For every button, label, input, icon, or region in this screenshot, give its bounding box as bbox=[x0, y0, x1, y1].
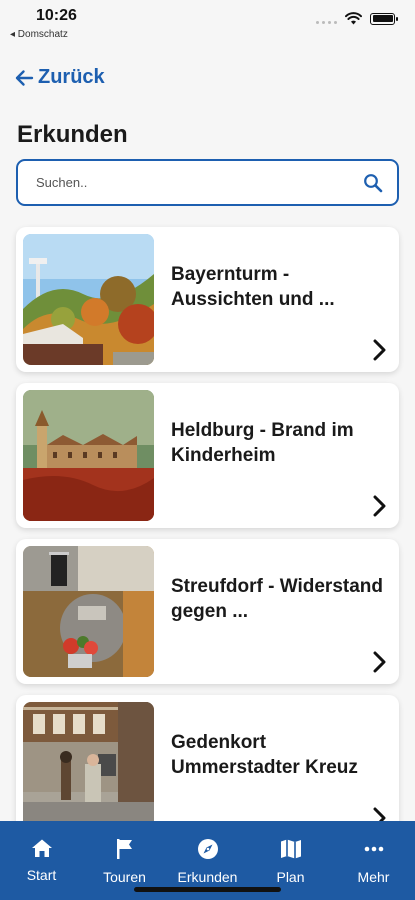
list-item[interactable]: Bayernturm - Aussichten und ... bbox=[16, 227, 399, 372]
page-title: Erkunden bbox=[17, 121, 128, 148]
list-item[interactable]: Gedenkort Ummerstadter Kreuz bbox=[16, 695, 399, 840]
explore-list: Bayernturm - Aussichten und ... Heldburg… bbox=[16, 227, 399, 851]
back-label: Zurück bbox=[38, 66, 105, 88]
chevron-right-icon bbox=[373, 339, 386, 361]
tab-label: Touren bbox=[103, 869, 146, 885]
item-title: Heldburg - Brand im Kinderheim bbox=[171, 420, 354, 466]
back-to-app[interactable]: ◂ Domschatz bbox=[10, 29, 68, 40]
more-icon bbox=[364, 846, 383, 852]
search-box[interactable] bbox=[16, 159, 399, 206]
tab-label: Plan bbox=[276, 869, 305, 885]
arrow-left-icon bbox=[15, 69, 34, 86]
search-icon[interactable] bbox=[363, 173, 383, 193]
item-thumbnail bbox=[23, 546, 154, 677]
tab-label: Erkunden bbox=[177, 869, 238, 885]
compass-icon bbox=[197, 839, 218, 859]
item-title: Bayernturm - Aussichten und ... bbox=[171, 264, 335, 310]
list-item[interactable]: Heldburg - Brand im Kinderheim bbox=[16, 383, 399, 528]
home-indicator bbox=[134, 887, 281, 892]
map-icon bbox=[280, 839, 301, 859]
battery-icon bbox=[370, 12, 398, 25]
item-title: Gedenkort Ummerstadter Kreuz bbox=[171, 732, 358, 778]
list-item[interactable]: Streufdorf - Widerstand gegen ... bbox=[16, 539, 399, 684]
signal-icon bbox=[316, 14, 337, 24]
status-icons bbox=[316, 12, 398, 25]
item-thumbnail bbox=[23, 234, 154, 365]
item-thumbnail bbox=[23, 390, 154, 521]
tab-label: Mehr bbox=[357, 869, 390, 885]
chevron-right-icon bbox=[373, 495, 386, 517]
tab-start[interactable]: Start bbox=[0, 821, 83, 900]
wifi-icon bbox=[345, 12, 362, 25]
tab-mehr[interactable]: Mehr bbox=[332, 821, 415, 900]
flag-icon bbox=[116, 839, 132, 859]
tab-label: Start bbox=[26, 867, 57, 883]
chevron-right-icon bbox=[373, 651, 386, 673]
item-title: Streufdorf - Widerstand gegen ... bbox=[171, 576, 383, 622]
back-button[interactable]: Zurück bbox=[14, 66, 105, 89]
search-input[interactable] bbox=[36, 175, 363, 190]
status-time: 10:26 bbox=[36, 7, 77, 24]
home-icon bbox=[31, 839, 52, 857]
status-bar: 10:26 ◂ Domschatz bbox=[0, 0, 415, 44]
item-thumbnail bbox=[23, 702, 154, 833]
